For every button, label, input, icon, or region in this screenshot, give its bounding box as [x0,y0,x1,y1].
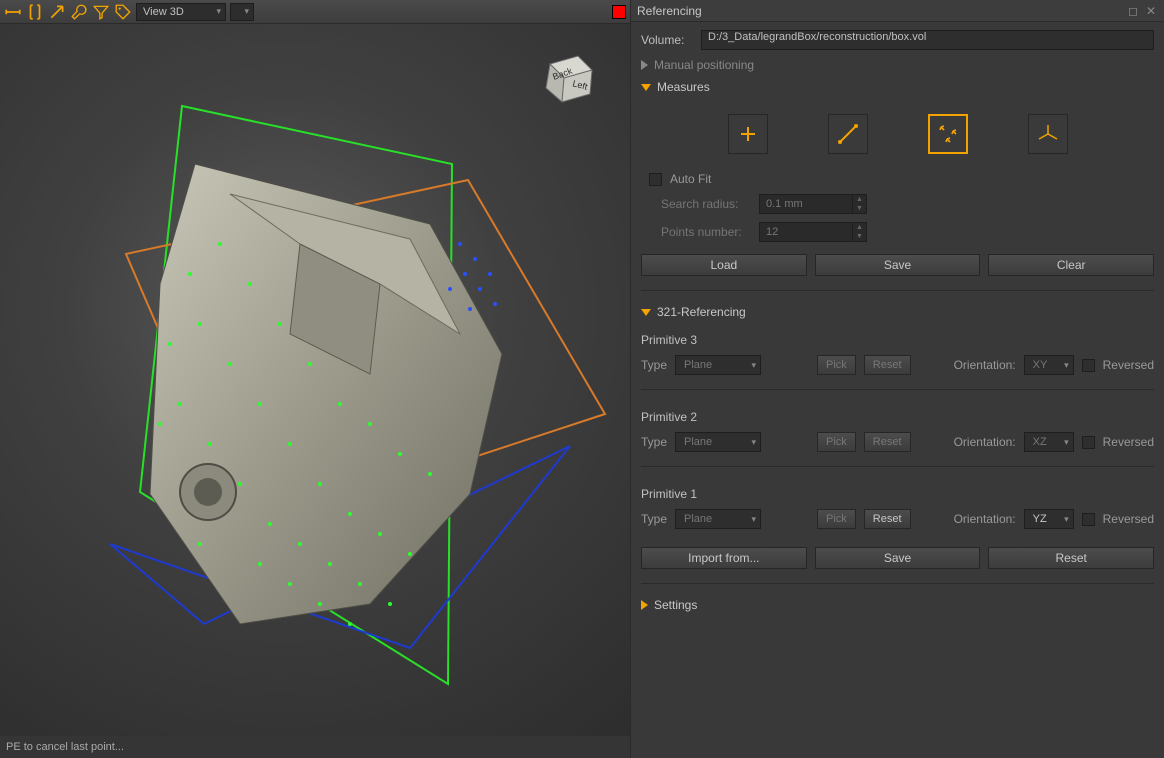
primitive-2-orientation-dropdown[interactable]: XZ [1024,432,1074,452]
section-manual-positioning[interactable]: Manual positioning [641,58,1154,72]
reversed-label: Reversed [1103,512,1154,526]
record-indicator[interactable] [612,5,626,19]
type-label: Type [641,512,667,526]
tool-tag-icon[interactable] [114,3,132,21]
primitive-3-pick-button[interactable]: Pick [817,355,856,375]
primitive-3-block: Primitive 3 Type Plane Pick Reset Orient… [641,333,1154,375]
view-dropdown-2[interactable] [230,3,254,21]
primitive-2-reset-button[interactable]: Reset [864,432,911,452]
primitive-3-title: Primitive 3 [641,333,1154,347]
left-pane: View 3D [0,0,630,758]
view-dropdown[interactable]: View 3D [136,3,226,21]
ref321-reset-button[interactable]: Reset [988,547,1154,569]
primitive-1-orientation-dropdown[interactable]: YZ [1024,509,1074,529]
search-radius-label: Search radius: [661,197,751,211]
primitive-1-pick-button[interactable]: Pick [817,509,856,529]
orientation-label: Orientation: [954,358,1016,372]
points-number-spinner[interactable]: 12▲▼ [759,222,867,242]
ref321-title: 321-Referencing [657,305,746,319]
statusbar: PE to cancel last point... [0,736,630,758]
primitive-2-type-dropdown[interactable]: Plane [675,432,761,452]
primitive-2-block: Primitive 2 Type Plane Pick Reset Orient… [641,410,1154,452]
measures-clear-button[interactable]: Clear [988,254,1154,276]
tool-arrow-icon[interactable] [48,3,66,21]
primitive-3-reset-button[interactable]: Reset [864,355,911,375]
measure-axes-button[interactable] [1028,114,1068,154]
measures-save-button[interactable]: Save [815,254,981,276]
primitive-1-type-dropdown[interactable]: Plane [675,509,761,529]
ref321-save-button[interactable]: Save [815,547,981,569]
primitive-1-reversed-checkbox[interactable] [1082,513,1095,526]
autofit-label: Auto Fit [670,172,711,186]
section-settings[interactable]: Settings [641,598,1154,612]
panel-title: Referencing [637,4,702,18]
manual-positioning-title: Manual positioning [654,58,754,72]
primitive-2-pick-button[interactable]: Pick [817,432,856,452]
panel-header: Referencing ◻ ✕ [631,0,1164,22]
panel-close-icon[interactable]: ✕ [1144,4,1158,18]
scene-content [0,24,630,736]
primitive-3-reversed-checkbox[interactable] [1082,359,1095,372]
type-label: Type [641,435,667,449]
primitive-1-block: Primitive 1 Type Plane Pick Reset Orient… [641,487,1154,529]
tool-distance-icon[interactable] [4,3,22,21]
panel-body: Volume: D:/3_Data/legrandBox/reconstruct… [631,22,1164,620]
measure-multi-point-button[interactable] [928,114,968,154]
ref321-import-button[interactable]: Import from... [641,547,807,569]
primitive-2-title: Primitive 2 [641,410,1154,424]
primitive-3-orientation-dropdown[interactable]: XY [1024,355,1074,375]
primitive-3-type-dropdown[interactable]: Plane [675,355,761,375]
volume-path-input[interactable]: D:/3_Data/legrandBox/reconstruction/box.… [701,30,1154,50]
primitive-1-title: Primitive 1 [641,487,1154,501]
right-panel: Referencing ◻ ✕ Volume: D:/3_Data/legran… [630,0,1164,758]
primitive-2-reversed-checkbox[interactable] [1082,436,1095,449]
view-dropdown-label: View 3D [143,6,184,18]
tool-bracket-icon[interactable] [26,3,44,21]
search-radius-spinner[interactable]: 0.1 mm▲▼ [759,194,867,214]
reversed-label: Reversed [1103,358,1154,372]
measure-line-button[interactable] [828,114,868,154]
measure-point-button[interactable] [728,114,768,154]
tool-wrench-icon[interactable] [70,3,88,21]
chevron-down-icon [641,309,651,316]
section-measures[interactable]: Measures [641,80,1154,94]
panel-detach-icon[interactable]: ◻ [1126,4,1140,18]
viewport-toolbar: View 3D [0,0,630,24]
orientation-label: Orientation: [954,512,1016,526]
measures-title: Measures [657,80,710,94]
view-cube[interactable]: Back Left [532,44,602,114]
statusbar-text: PE to cancel last point... [6,741,124,753]
points-number-label: Points number: [661,225,751,239]
type-label: Type [641,358,667,372]
autofit-checkbox[interactable] [649,173,662,186]
volume-label: Volume: [641,33,693,47]
chevron-right-icon [641,600,648,610]
chevron-down-icon [641,84,651,91]
viewport-3d[interactable]: Back Left [0,24,630,736]
reversed-label: Reversed [1103,435,1154,449]
section-321-referencing[interactable]: 321-Referencing [641,305,1154,319]
settings-title: Settings [654,598,697,612]
orientation-label: Orientation: [954,435,1016,449]
measures-tool-row [641,102,1154,164]
primitive-1-reset-button[interactable]: Reset [864,509,911,529]
measures-load-button[interactable]: Load [641,254,807,276]
chevron-right-icon [641,60,648,70]
tool-filter-icon[interactable] [92,3,110,21]
